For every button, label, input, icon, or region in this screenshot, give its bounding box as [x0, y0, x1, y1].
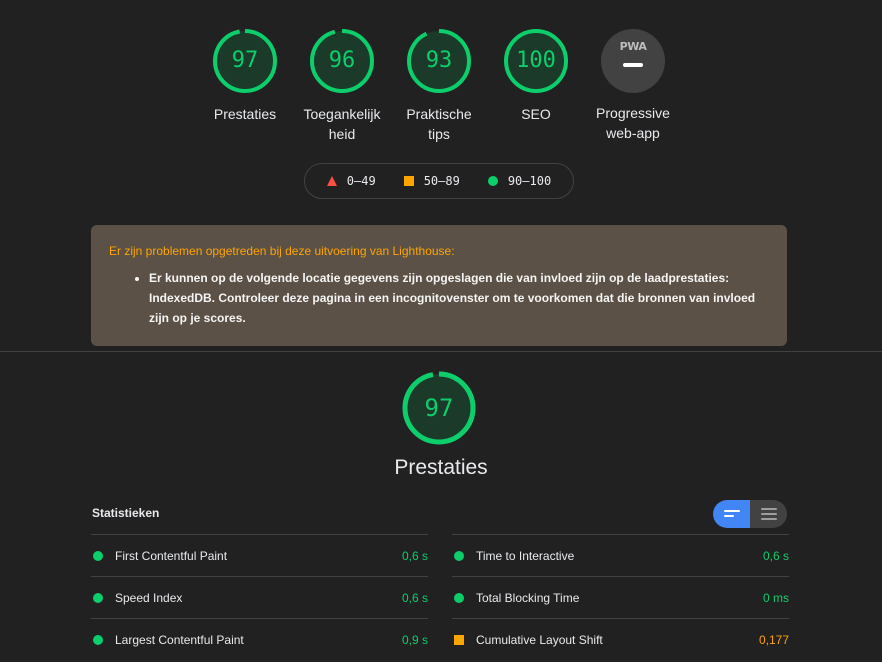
metric-value: 0 ms	[762, 590, 789, 605]
square-icon	[403, 176, 414, 186]
warning-item: Er kunnen op de volgende locatie gegeven…	[149, 268, 769, 328]
pwa-badge-text: PWA	[619, 40, 647, 53]
metric-row: Time to Interactive 0,6 s	[452, 534, 789, 576]
triangle-icon	[326, 176, 337, 186]
category-gauges: 97 Prestaties 96 Toegankelijk heid 93 Pr…	[196, 28, 686, 148]
performance-score: 97	[424, 394, 454, 422]
gauge-label: Prestaties	[213, 106, 277, 122]
legend-fail-range: 0–49	[346, 174, 376, 188]
metric-name: Largest Contentful Paint	[115, 632, 244, 647]
metrics-view-toggle[interactable]	[713, 500, 787, 528]
metric-name: Speed Index	[115, 590, 183, 605]
legend-average-range: 50–89	[423, 174, 460, 188]
circle-icon	[487, 176, 498, 186]
metric-row: Cumulative Layout Shift 0,177	[452, 618, 789, 660]
pwa-icon: PWA	[601, 29, 665, 93]
gauge-best-practices[interactable]: 93 Praktische tips	[390, 28, 488, 144]
score-legend: 0–49 50–89 90–100	[304, 163, 574, 199]
metric-row: Speed Index 0,6 s	[91, 576, 428, 618]
metric-name: First Contentful Paint	[115, 548, 228, 563]
runtime-warning: Er zijn problemen opgetreden bij deze ui…	[91, 225, 787, 346]
pass-icon	[93, 550, 103, 561]
legend-fail: 0–49	[326, 174, 376, 188]
metrics-header: Statistieken	[92, 506, 160, 520]
metric-value: 0,177	[758, 632, 789, 647]
legend-pass: 90–100	[487, 174, 552, 188]
performance-title: Prestaties	[394, 456, 488, 479]
metric-value: 0,6 s	[401, 590, 428, 605]
metrics-column-right: Time to Interactive 0,6 s Total Blocking…	[452, 534, 789, 660]
metrics-column-left: First Contentful Paint 0,6 s Speed Index…	[91, 534, 428, 660]
warning-list: Er kunnen op de volgende locatie gegeven…	[109, 268, 769, 328]
metric-row: Largest Contentful Paint 0,9 s	[91, 618, 428, 660]
metric-row: First Contentful Paint 0,6 s	[91, 534, 428, 576]
gauge-label: Praktische tips	[406, 106, 472, 142]
score-value: 96	[328, 48, 356, 73]
gauge-pwa[interactable]: PWA Progressive web-app	[584, 28, 682, 143]
metric-name: Cumulative Layout Shift	[476, 632, 603, 647]
metric-value: 0,6 s	[401, 548, 428, 563]
score-ring: 93	[406, 28, 472, 94]
pass-icon	[93, 634, 103, 645]
gauge-accessibility[interactable]: 96 Toegankelijk heid	[293, 28, 391, 144]
score-value: 93	[425, 48, 453, 73]
gauge-label: SEO	[521, 106, 551, 122]
score-ring: 96	[309, 28, 375, 94]
pass-icon	[454, 550, 464, 561]
performance-gauge: 97	[402, 371, 476, 445]
score-ring: 100	[503, 28, 569, 94]
metric-row: Total Blocking Time 0 ms	[452, 576, 789, 618]
gauge-performance[interactable]: 97 Prestaties	[196, 28, 294, 124]
score-value: 97	[231, 48, 259, 73]
metric-value: 0,6 s	[762, 548, 789, 563]
gauge-label: Toegankelijk heid	[303, 106, 381, 142]
metric-name: Total Blocking Time	[476, 590, 580, 605]
gauge-seo[interactable]: 100 SEO	[487, 28, 585, 124]
gauge-label: Progressive web-app	[596, 105, 670, 141]
pwa-dash	[623, 63, 643, 67]
compact-view-button[interactable]	[713, 500, 750, 528]
warning-title: Er zijn problemen opgetreden bij deze ui…	[109, 244, 455, 258]
pass-icon	[454, 592, 464, 603]
expanded-view-button[interactable]	[750, 500, 787, 528]
section-divider	[0, 351, 882, 352]
legend-pass-range: 90–100	[507, 174, 552, 188]
metric-value: 0,9 s	[401, 632, 428, 647]
average-icon	[454, 634, 464, 645]
score-ring: 97	[212, 28, 278, 94]
metric-name: Time to Interactive	[476, 548, 575, 563]
pass-icon	[93, 592, 103, 603]
legend-average: 50–89	[403, 174, 460, 188]
score-value: 100	[516, 48, 556, 73]
